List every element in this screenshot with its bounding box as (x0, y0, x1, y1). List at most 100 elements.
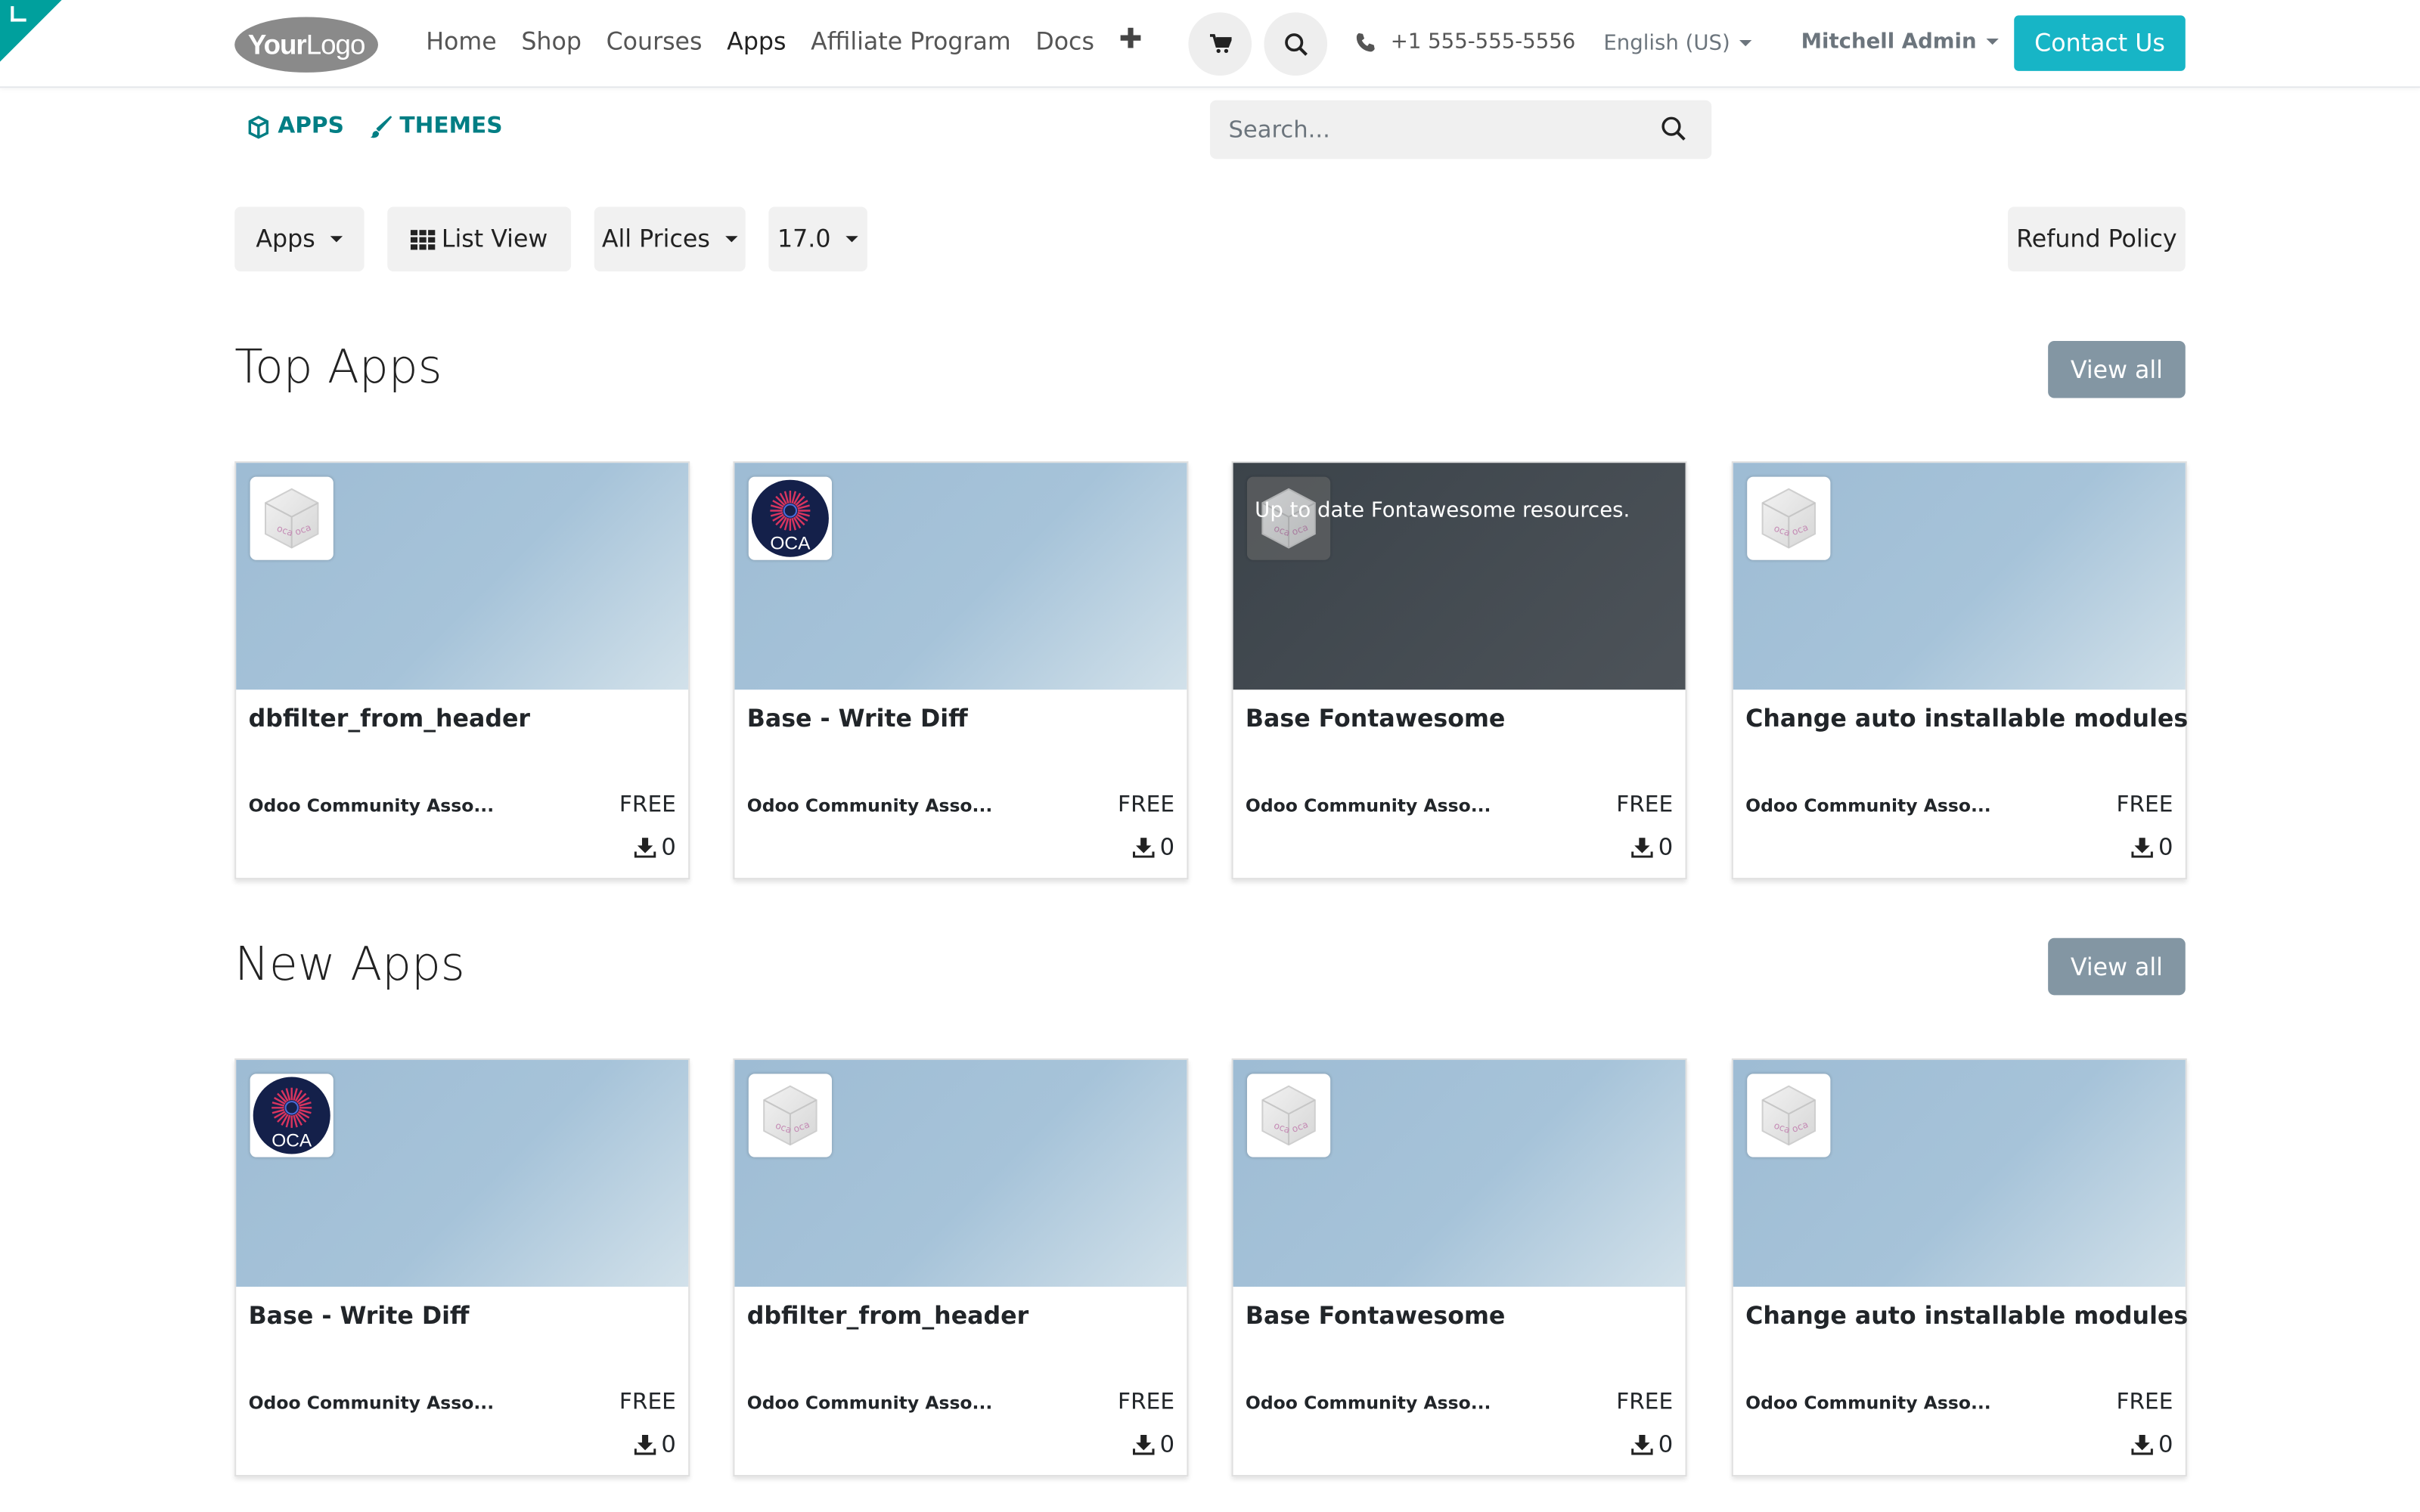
download-count: 0 (634, 1430, 676, 1458)
apps-subnav: APPS THEMES (247, 114, 503, 139)
category-label: Apps (256, 225, 315, 253)
app-card-dbfilter-from-header[interactable]: oca oca dbfilter_from_header Odoo Community… (733, 1058, 1189, 1477)
chevron-down-icon (845, 236, 859, 243)
version-label: 17.0 (777, 225, 831, 253)
download-count-value: 0 (1159, 1430, 1175, 1458)
download-count-value: 0 (1159, 833, 1175, 861)
header-search-button[interactable] (1264, 12, 1328, 76)
apps-tab[interactable]: APPS (247, 114, 344, 139)
download-icon (634, 837, 657, 857)
grid-icon (411, 229, 436, 249)
app-title[interactable]: Base Fontawesome (1246, 1302, 1505, 1330)
app-title[interactable]: Change auto installable modules (1745, 705, 2188, 733)
app-title[interactable]: Base - Write Diff (249, 1302, 470, 1330)
contact-us-button[interactable]: Contact Us (2014, 15, 2186, 71)
nav-home[interactable]: Home (426, 28, 496, 56)
oca-logo-icon: OCA (748, 476, 832, 560)
app-card-dbfilter-from-header[interactable]: oca oca dbfilter_from_header Odoo Community… (234, 461, 690, 880)
nav-docs[interactable]: Docs (1035, 28, 1094, 56)
app-banner: oca oca (734, 1060, 1187, 1287)
oca-cube-icon: oca oca (250, 476, 334, 560)
nav-shop[interactable]: Shop (521, 28, 582, 56)
list-view-label: List View (441, 225, 548, 253)
app-price: FREE (2116, 792, 2173, 818)
search-icon (1284, 33, 1307, 55)
svg-text:OCA: OCA (271, 1130, 312, 1151)
download-count-value: 0 (2158, 833, 2173, 861)
app-author: Odoo Community Asso... (248, 795, 495, 816)
app-title[interactable]: dbfilter_from_header (747, 1302, 1028, 1330)
download-count: 0 (1133, 1430, 1175, 1458)
apps-tab-label: APPS (278, 114, 344, 139)
themes-tab[interactable]: THEMES (369, 114, 503, 139)
top-navbar: YourLogo Home Shop Courses Apps Affiliat… (0, 0, 2420, 88)
app-card-base-fontawesome[interactable]: oca oca Base Fontawesome Odoo Community Ass… (1231, 1058, 1687, 1477)
svg-text:OCA: OCA (770, 534, 811, 554)
app-title[interactable]: dbfilter_from_header (249, 705, 530, 733)
chevron-down-icon (1739, 40, 1752, 47)
download-icon (1632, 837, 1654, 857)
app-title[interactable]: Base - Write Diff (747, 705, 968, 733)
download-count: 0 (1632, 833, 1673, 861)
search-icon[interactable] (1661, 116, 1687, 142)
phone-number: +1 555-555-5556 (1390, 29, 1576, 54)
app-title[interactable]: Change auto installable modules (1745, 1302, 2188, 1330)
refund-policy-button[interactable]: Refund Policy (2008, 206, 2186, 272)
download-count-value: 0 (661, 1430, 676, 1458)
app-card-base-fontawesome[interactable]: oca oca Up to date Fontawesome resources. B… (1231, 461, 1687, 880)
nav-affiliate-program[interactable]: Affiliate Program (811, 28, 1011, 56)
version-dropdown[interactable]: 17.0 (768, 206, 867, 272)
download-count-value: 0 (661, 833, 676, 861)
app-price: FREE (1118, 1390, 1175, 1415)
list-view-toggle[interactable]: List View (387, 206, 572, 272)
site-logo[interactable]: YourLogo (234, 17, 378, 73)
download-icon (1632, 1433, 1654, 1455)
themes-tab-label: THEMES (399, 114, 503, 139)
nav-apps[interactable]: Apps (727, 28, 786, 56)
app-banner: oca oca (1233, 1060, 1686, 1287)
app-card-change-auto-installable-modules[interactable]: oca oca Change auto installable modules Odo… (1731, 461, 2188, 880)
download-count-value: 0 (1658, 833, 1674, 861)
user-name: Mitchell Admin (1801, 29, 1977, 54)
oca-logo-icon: OCA (250, 1074, 334, 1157)
price-dropdown[interactable]: All Prices (594, 206, 746, 272)
download-count: 0 (2132, 833, 2173, 861)
app-price: FREE (619, 1390, 676, 1415)
phone-link[interactable]: +1 555-555-5556 (1355, 29, 1575, 54)
app-banner: OCA (236, 1060, 689, 1287)
download-count: 0 (634, 833, 676, 861)
cart-button[interactable] (1188, 12, 1252, 76)
download-icon (2132, 837, 2154, 857)
price-label: All Prices (601, 225, 710, 253)
paintbrush-icon (370, 115, 392, 138)
download-icon (1133, 837, 1156, 857)
top-apps-view-all-button[interactable]: View all (2048, 341, 2186, 398)
user-menu[interactable]: Mitchell Admin (1801, 29, 1999, 54)
app-banner: OCA (734, 463, 1187, 690)
app-banner: oca oca (236, 463, 689, 690)
oca-cube-icon: oca oca (1246, 1074, 1331, 1157)
cart-icon (1208, 34, 1231, 53)
app-card-base-write-diff[interactable]: OCA Base - Write Diff Odoo Community Asso.… (733, 461, 1189, 880)
search-input[interactable] (1209, 100, 1643, 160)
chevron-down-icon (725, 236, 738, 243)
app-author: Odoo Community Asso... (248, 1391, 495, 1414)
add-menu-icon[interactable]: ✚ (1119, 23, 1143, 56)
language-label: English (US) (1603, 30, 1730, 56)
category-dropdown[interactable]: Apps (234, 206, 365, 272)
app-banner: oca oca (1733, 463, 2186, 690)
nav-courses[interactable]: Courses (607, 28, 703, 56)
app-author: Odoo Community Asso... (746, 795, 993, 816)
new-apps-view-all-button[interactable]: View all (2048, 937, 2186, 996)
app-price: FREE (2116, 1390, 2173, 1415)
download-icon (634, 1433, 657, 1455)
app-author: Odoo Community Asso... (1245, 795, 1491, 816)
download-count: 0 (1133, 833, 1175, 861)
app-price: FREE (1616, 792, 1674, 818)
app-card-base-write-diff[interactable]: OCA Base - Write Diff Odoo Community Asso.… (234, 1058, 690, 1477)
app-price: FREE (1118, 792, 1175, 818)
download-count: 0 (1632, 1430, 1673, 1458)
app-title[interactable]: Base Fontawesome (1246, 705, 1505, 733)
language-selector[interactable]: English (US) (1603, 30, 1752, 56)
app-card-change-auto-installable-modules[interactable]: oca oca Change auto installable modules Odo… (1731, 1058, 2188, 1477)
